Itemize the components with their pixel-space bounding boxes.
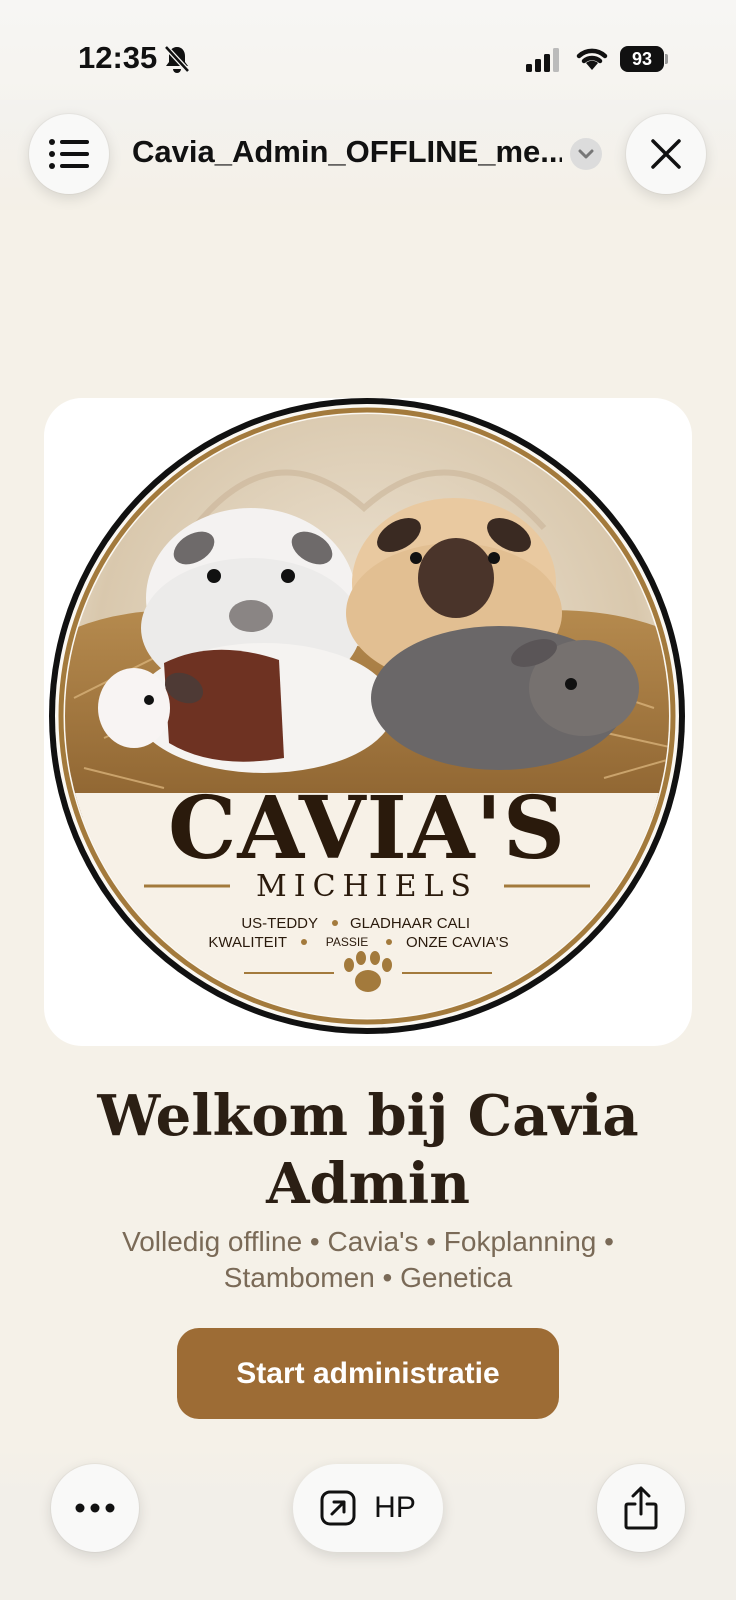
browser-header: Cavia_Admin_OFFLINE_me... — [0, 100, 736, 210]
share-button[interactable] — [597, 1464, 685, 1552]
logo-line1-right: GLADHAAR CALI — [350, 915, 470, 932]
title-dropdown-button[interactable] — [570, 138, 602, 170]
logo-line2-left: KWALITEIT — [208, 934, 287, 951]
bottom-toolbar: HP — [0, 1448, 736, 1600]
document-title[interactable]: Cavia_Admin_OFFLINE_me... — [132, 134, 562, 170]
status-bar: 12:35 93 — [0, 0, 736, 110]
menu-button[interactable] — [29, 114, 109, 194]
wifi-icon — [576, 48, 608, 70]
close-icon — [651, 139, 681, 169]
more-button[interactable] — [51, 1464, 139, 1552]
logo-name: MICHIELS — [256, 869, 478, 904]
share-icon — [624, 1486, 658, 1530]
start-administration-button[interactable]: Start administratie — [177, 1328, 559, 1419]
subtitle: Volledig offline • Cavia's • Fokplanning… — [122, 1226, 614, 1293]
clock: 12:35 — [78, 40, 158, 75]
hp-button[interactable]: HP — [293, 1464, 443, 1552]
cavias-michiels-logo: CAVIA'S MICHIELS US-TEDDY GLADHAAR CALI … — [49, 398, 685, 1034]
welcome-title: Welkom bij Cavia Admin — [97, 1083, 639, 1217]
list-icon — [49, 139, 89, 169]
open-external-icon — [320, 1490, 356, 1526]
battery-level: 93 — [620, 46, 664, 72]
more-icon — [75, 1503, 115, 1513]
logo-brand: CAVIA'S — [168, 778, 566, 879]
signal-icon — [526, 48, 559, 72]
chevron-down-icon — [578, 149, 594, 159]
logo-card: CAVIA'S MICHIELS US-TEDDY GLADHAAR CALI … — [44, 398, 692, 1046]
bell-slash-icon — [163, 44, 191, 74]
battery-icon: 93 — [620, 46, 668, 72]
logo-line2-right: ONZE CAVIA'S — [406, 934, 509, 951]
close-button[interactable] — [626, 114, 706, 194]
logo-line2-mid: PASSIE — [326, 935, 368, 949]
hp-label: HP — [374, 1491, 416, 1524]
logo-line1-left: US-TEDDY — [241, 915, 318, 932]
